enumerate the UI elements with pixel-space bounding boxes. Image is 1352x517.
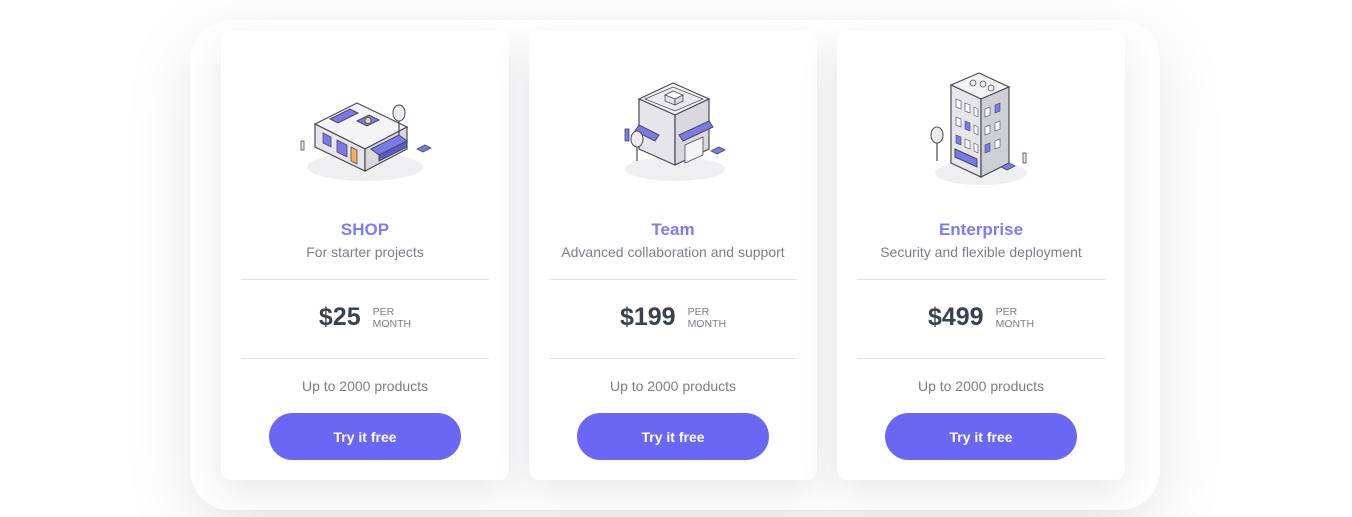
price-row: $25 PER MONTH (221, 303, 509, 332)
divider (549, 358, 797, 359)
try-free-button[interactable]: Try it free (577, 413, 769, 460)
plan-description: Security and flexible deployment (880, 244, 1082, 260)
divider (241, 358, 489, 359)
price-period-line2: MONTH (995, 317, 1035, 330)
price-period: PER MONTH (996, 306, 1035, 330)
divider (549, 279, 797, 280)
plan-name: Team (651, 220, 695, 239)
plan-description: For starter projects (306, 244, 424, 260)
pricing-card-shop: SHOP For starter projects $25 PER MONTH … (221, 31, 509, 480)
plan-feature: Up to 2000 products (301, 378, 429, 394)
price-period-line1: PER (687, 305, 710, 318)
divider (857, 279, 1105, 280)
divider (857, 358, 1105, 359)
price-period-line1: PER (372, 305, 395, 318)
office-building-icon (624, 82, 726, 181)
price-amount: $199 (619, 303, 676, 331)
price-period-line1: PER (995, 305, 1018, 318)
plan-name: Enterprise (938, 220, 1024, 239)
price-period-line2: MONTH (372, 317, 412, 330)
pricing-card-enterprise: Enterprise Security and flexible deploym… (837, 31, 1125, 480)
price-period: PER MONTH (373, 306, 412, 330)
price-amount: $499 (927, 303, 984, 331)
pricing-cards: SHOP For starter projects $25 PER MONTH … (221, 31, 1125, 480)
price-period-line2: MONTH (687, 317, 727, 330)
plan-description: Advanced collaboration and support (561, 244, 785, 260)
divider (241, 279, 489, 280)
plan-feature: Up to 2000 products (917, 378, 1045, 394)
try-free-button[interactable]: Try it free (885, 413, 1077, 460)
price-amount: $25 (318, 303, 361, 331)
plan-name: SHOP (340, 220, 390, 239)
price-row: $199 PER MONTH (529, 303, 817, 332)
pricing-card-team: Team Advanced collaboration and support … (529, 31, 817, 480)
price-period: PER MONTH (688, 306, 727, 330)
shop-building-icon (300, 102, 432, 181)
try-free-button[interactable]: Try it free (269, 413, 461, 460)
plan-feature: Up to 2000 products (609, 378, 737, 394)
tower-building-icon (930, 72, 1027, 185)
price-row: $499 PER MONTH (837, 303, 1125, 332)
